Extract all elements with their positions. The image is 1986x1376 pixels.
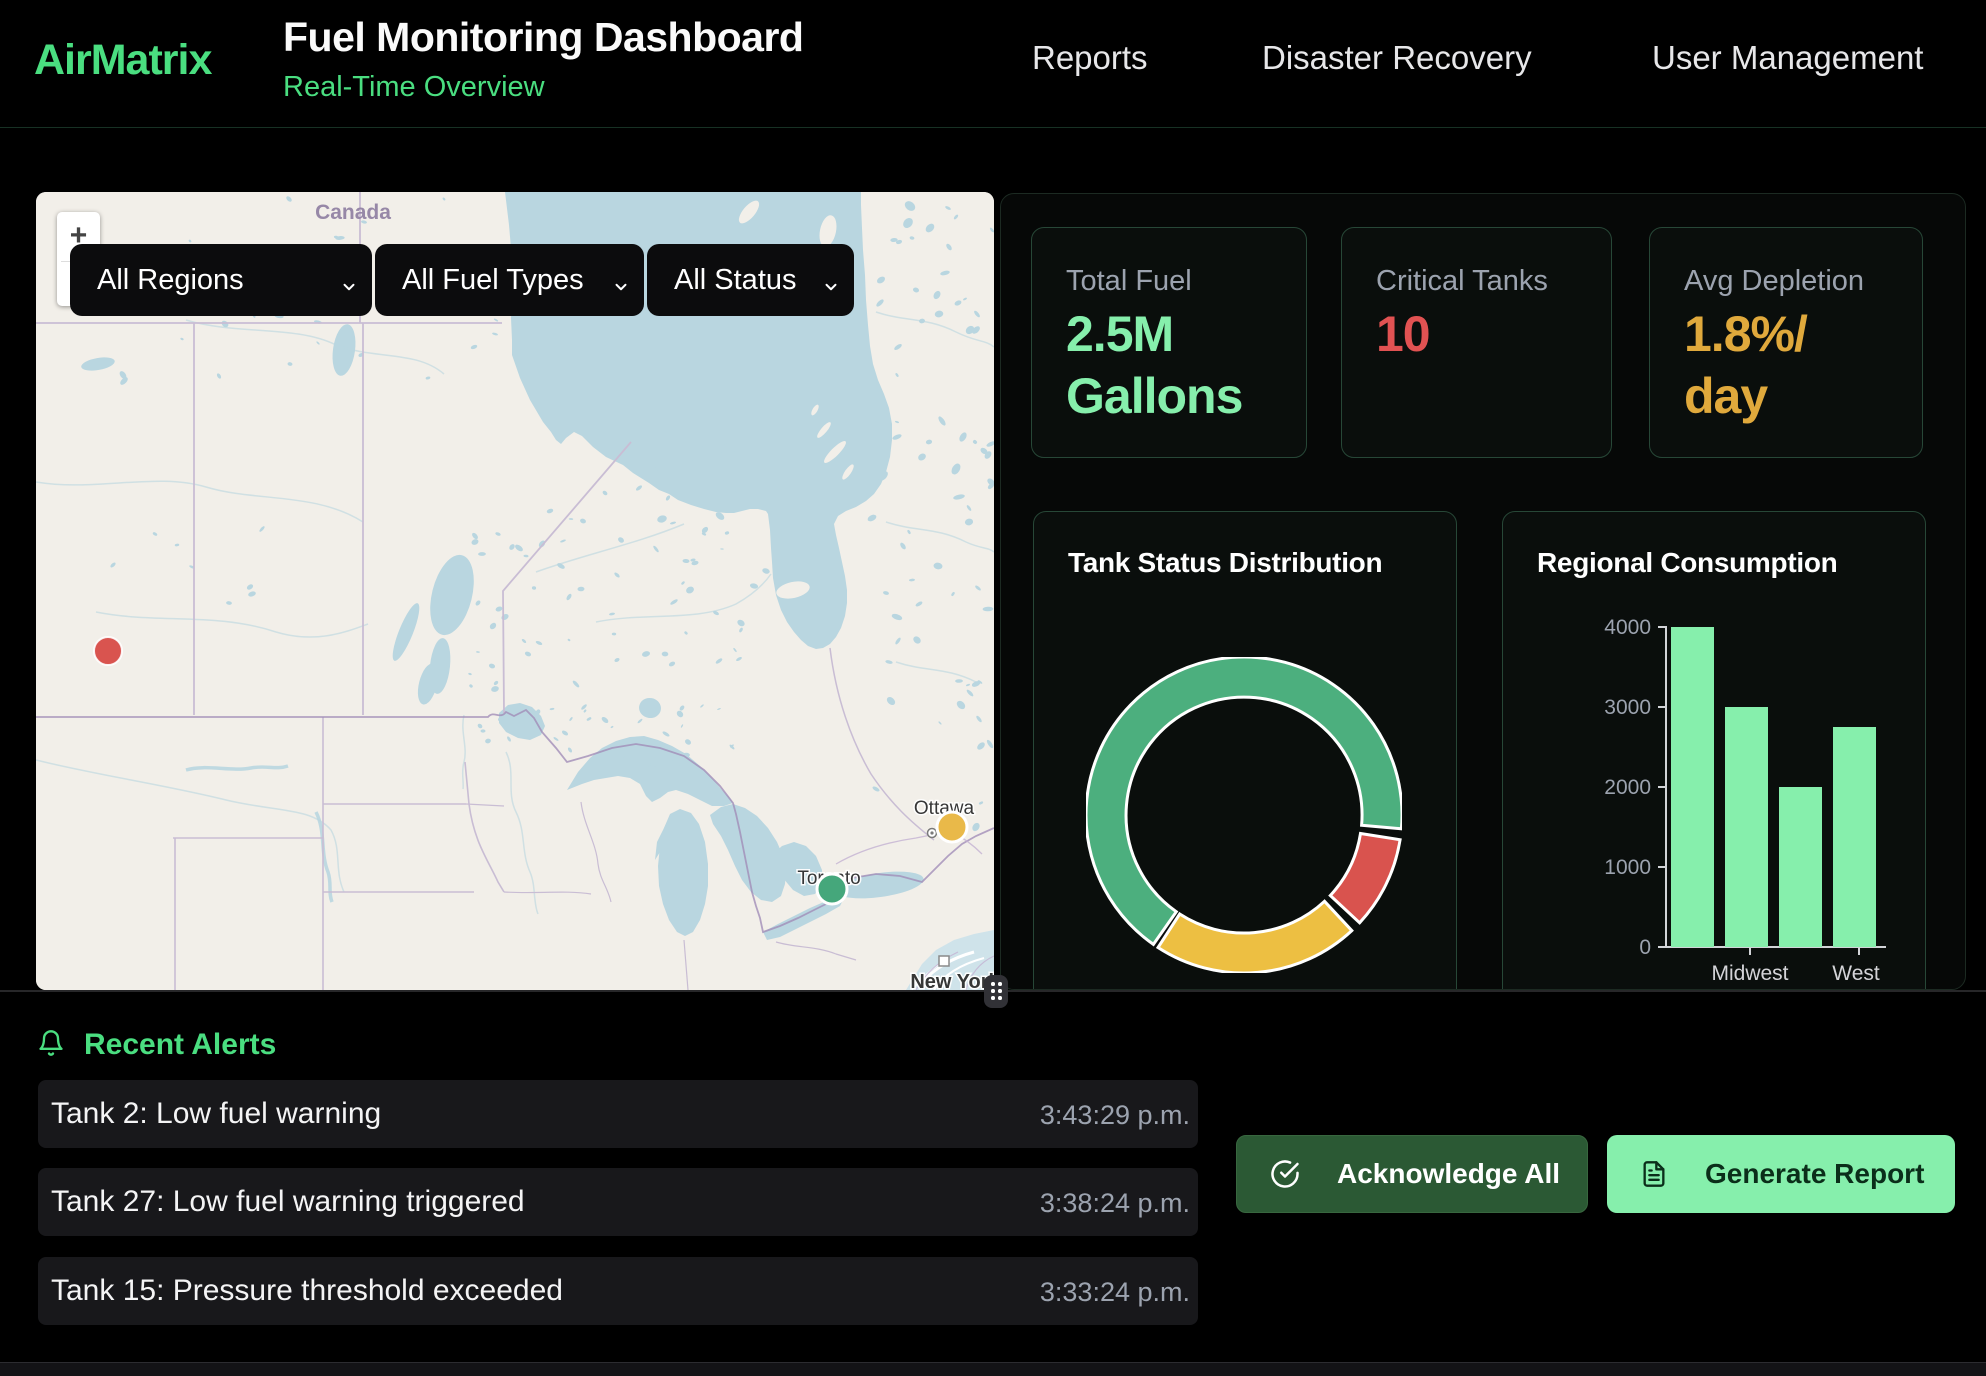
svg-text:West: West xyxy=(1832,962,1880,985)
svg-text:0: 0 xyxy=(1639,936,1651,959)
svg-text:Midwest: Midwest xyxy=(1711,962,1788,985)
svg-text:1000: 1000 xyxy=(1604,856,1651,879)
svg-text:4000: 4000 xyxy=(1604,616,1651,639)
svg-text:New York: New York xyxy=(910,971,994,990)
svg-text:2000: 2000 xyxy=(1604,776,1651,799)
svg-text:3000: 3000 xyxy=(1604,696,1651,719)
svg-text:Canada: Canada xyxy=(315,201,391,224)
